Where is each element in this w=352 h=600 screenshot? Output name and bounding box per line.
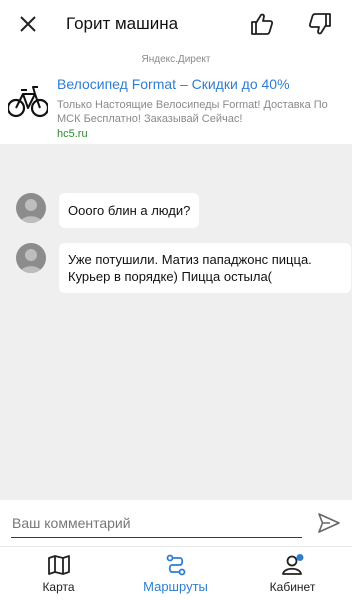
thumbs-down-icon bbox=[308, 13, 331, 35]
ad-description: Только Настоящие Велосипеды Format! Дост… bbox=[57, 99, 328, 125]
profile-icon bbox=[281, 554, 303, 575]
ad-banner[interactable]: Яндекс.Директ Велосипед Format – Скидки … bbox=[0, 48, 352, 144]
bicycle-image bbox=[8, 86, 48, 118]
ad-domain-link[interactable]: hc5.ru bbox=[57, 128, 88, 140]
avatar bbox=[16, 243, 46, 273]
comment-text: Уже потушили. Матиз пападжонс пицца. Кур… bbox=[59, 243, 351, 293]
route-icon bbox=[166, 554, 185, 576]
send-icon bbox=[318, 513, 340, 533]
map-icon bbox=[47, 555, 70, 575]
close-button[interactable] bbox=[4, 0, 52, 48]
tab-label: Маршруты bbox=[143, 579, 208, 594]
thumbs-up-icon bbox=[251, 13, 274, 35]
tab-map[interactable]: Карта bbox=[0, 547, 117, 600]
send-button[interactable] bbox=[316, 510, 342, 536]
user-silhouette-icon bbox=[20, 199, 42, 223]
tab-routes[interactable]: Маршруты bbox=[117, 547, 234, 600]
notification-dot bbox=[296, 554, 303, 561]
like-button[interactable] bbox=[238, 0, 286, 48]
top-bar: Горит машина bbox=[0, 0, 352, 48]
comment-composer bbox=[0, 500, 352, 546]
comment-item: Уже потушили. Матиз пападжонс пицца. Кур… bbox=[16, 243, 352, 297]
comment-input[interactable] bbox=[11, 508, 302, 538]
comment-item: Ооого блин а люди? bbox=[16, 193, 352, 233]
tab-label: Кабинет bbox=[269, 580, 316, 594]
comment-text: Ооого блин а люди? bbox=[59, 193, 200, 228]
page-title: Горит машина bbox=[66, 14, 179, 33]
close-icon bbox=[20, 16, 36, 32]
avatar bbox=[16, 193, 46, 223]
tab-cabinet[interactable]: Кабинет bbox=[234, 547, 351, 600]
tab-label: Карта bbox=[42, 580, 75, 594]
user-silhouette-icon bbox=[20, 249, 42, 273]
ad-title-link[interactable]: Велосипед Format – Скидки до 40% bbox=[57, 76, 290, 92]
dislike-button[interactable] bbox=[296, 0, 344, 48]
bottom-tab-bar: Карта Маршруты Кабинет bbox=[0, 546, 352, 600]
ad-source-label: Яндекс.Директ bbox=[141, 54, 211, 65]
